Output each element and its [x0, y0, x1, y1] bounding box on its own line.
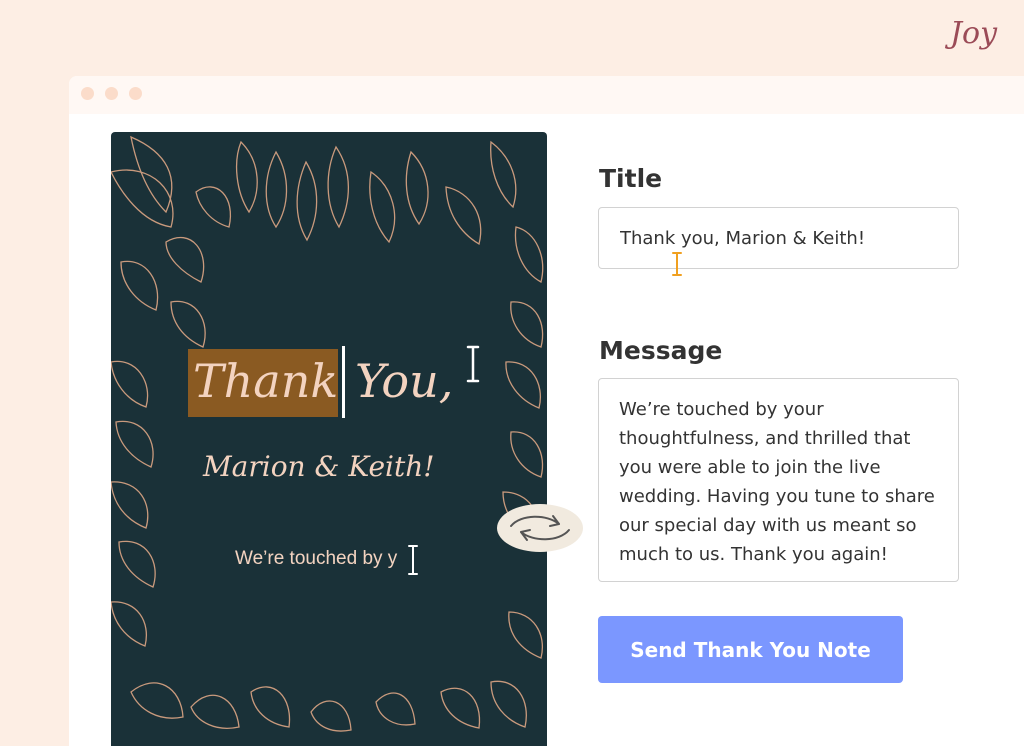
i-beam-icon — [466, 345, 480, 383]
message-textarea[interactable]: We’re touched by your thoughtfulness, an… — [598, 378, 959, 582]
swap-toggle-button[interactable] — [497, 504, 583, 552]
card-headline-selected[interactable]: Thank — [193, 354, 338, 408]
i-beam-icon — [408, 545, 418, 575]
thank-you-card-preview: Thank You, Marion & Keith! We’re touched… — [111, 132, 547, 746]
text-caret — [342, 346, 345, 418]
floral-border-decoration — [111, 135, 544, 732]
send-thank-you-note-button[interactable]: Send Thank You Note — [598, 616, 903, 683]
window-control-dot[interactable] — [129, 87, 142, 100]
card-message-preview[interactable]: We’re touched by y — [235, 548, 397, 570]
swap-arrows-icon — [510, 515, 570, 541]
bottom-leaves — [130, 680, 527, 732]
title-label: Title — [599, 164, 663, 193]
window-control-dot[interactable] — [105, 87, 118, 100]
joy-logo: Joy — [950, 16, 998, 51]
title-input[interactable] — [598, 207, 959, 269]
top-leaves — [111, 135, 544, 348]
message-label: Message — [599, 336, 723, 365]
app-window: Thank You, Marion & Keith! We’re touched… — [69, 76, 1024, 746]
card-headline-rest[interactable]: You, — [355, 354, 453, 408]
window-titlebar — [69, 76, 1024, 114]
window-control-dot[interactable] — [81, 87, 94, 100]
card-names[interactable]: Marion & Keith! — [203, 450, 435, 483]
i-beam-icon — [672, 252, 682, 276]
